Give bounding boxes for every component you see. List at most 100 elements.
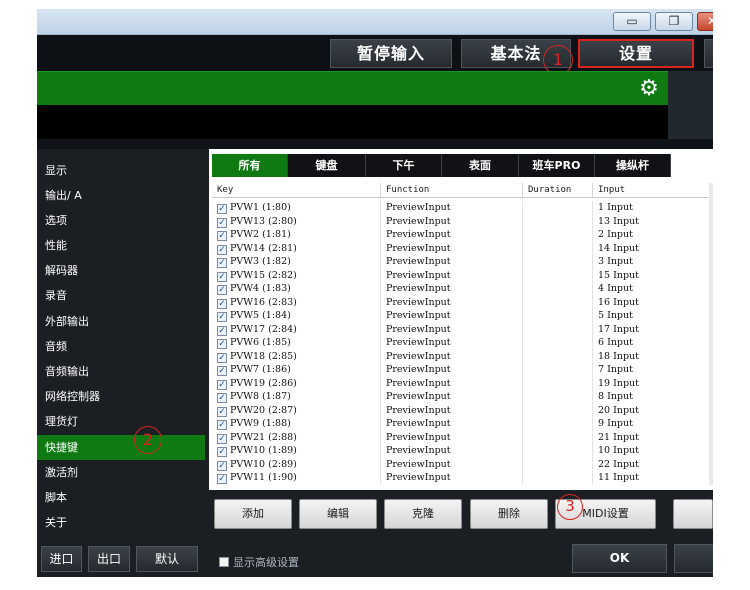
- tab-shuttle-pro[interactable]: 班车PRO: [519, 154, 595, 177]
- show-advanced-toggle[interactable]: 显示高级设置: [219, 556, 299, 570]
- row-duration-cell: [522, 417, 592, 431]
- row-key-cell: ✓ PVW1 (1:80): [212, 201, 380, 215]
- column-header-function[interactable]: Function: [380, 183, 522, 197]
- table-row[interactable]: ✓ PVW8 (1:87) PreviewInput 8 Input: [212, 390, 713, 404]
- sidebar-item-audio-output[interactable]: 音频输出: [37, 359, 205, 384]
- row-enabled-checkbox[interactable]: ✓: [217, 433, 227, 444]
- sidebar-item-shortcuts[interactable]: 快捷键: [37, 435, 205, 460]
- sidebar-item-activators[interactable]: 激活剂: [37, 460, 205, 485]
- ok-button[interactable]: OK: [572, 544, 667, 573]
- cancel-button[interactable]: [674, 544, 713, 573]
- sidebar-item-recording[interactable]: 录音: [37, 283, 205, 308]
- table-row[interactable]: ✓ PVW4 (1:83) PreviewInput 4 Input: [212, 282, 713, 296]
- table-row[interactable]: ✓ PVW21 (2:88) PreviewInput 21 Input: [212, 430, 713, 444]
- table-row[interactable]: ✓ PVW15 (2:82) PreviewInput 15 Input: [212, 268, 713, 282]
- sidebar-item-network-controller[interactable]: 网络控制器: [37, 384, 205, 409]
- sidebar-item-options[interactable]: 选项: [37, 208, 205, 233]
- add-button[interactable]: 添加: [214, 499, 292, 529]
- pause-input-button[interactable]: 暂停输入: [330, 39, 452, 68]
- table-row[interactable]: ✓ PVW13 (2:80) PreviewInput 13 Input: [212, 214, 713, 228]
- settings-button[interactable]: 设置: [578, 39, 694, 68]
- table-row[interactable]: ✓ PVW1 (1:80) PreviewInput 1 Input: [212, 201, 713, 215]
- export-button[interactable]: 出口: [88, 546, 130, 572]
- gear-icon[interactable]: ⚙: [637, 77, 661, 101]
- maximize-button[interactable]: ❐: [655, 12, 693, 31]
- tab-afternoon[interactable]: 下午: [366, 154, 442, 177]
- row-enabled-checkbox[interactable]: ✓: [217, 366, 227, 376]
- row-enabled-checkbox[interactable]: ✓: [217, 447, 227, 457]
- table-row[interactable]: ✓ PVW10 (1:89) PreviewInput 10 Input: [212, 444, 713, 458]
- row-enabled-checkbox[interactable]: ✓: [217, 460, 227, 471]
- row-enabled-checkbox[interactable]: ✓: [217, 217, 227, 228]
- row-enabled-checkbox[interactable]: ✓: [217, 244, 227, 255]
- row-function-cell: PreviewInput: [380, 336, 522, 350]
- default-button[interactable]: 默认: [136, 546, 198, 572]
- row-function-cell: PreviewInput: [380, 241, 522, 255]
- row-enabled-checkbox[interactable]: ✓: [217, 285, 227, 295]
- sidebar-item-about[interactable]: 关于: [37, 510, 205, 535]
- row-enabled-checkbox[interactable]: ✓: [217, 325, 227, 336]
- table-row[interactable]: ✓ PVW5 (1:84) PreviewInput 5 Input: [212, 309, 713, 323]
- tab-all[interactable]: 所有: [212, 154, 288, 177]
- row-enabled-checkbox[interactable]: ✓: [217, 393, 227, 403]
- table-row[interactable]: ✓ PVW14 (2:81) PreviewInput 14 Input: [212, 241, 713, 255]
- table-row[interactable]: ✓PVW23 (2:90)PreviewInput 23 Input: [212, 484, 713, 485]
- table-row[interactable]: ✓ PVW10 (2:89) PreviewInput 22 Input: [212, 457, 713, 471]
- column-header-duration[interactable]: Duration: [522, 183, 592, 197]
- delete-button[interactable]: 删除: [470, 499, 548, 529]
- table-row[interactable]: ✓ PVW7 (1:86) PreviewInput 7 Input: [212, 363, 713, 377]
- table-row[interactable]: ✓ PVW6 (1:85) PreviewInput 6 Input: [212, 336, 713, 350]
- table-row[interactable]: ✓ PVW2 (1:81) PreviewInput 2 Input: [212, 228, 713, 242]
- row-enabled-checkbox[interactable]: ✓: [217, 312, 227, 322]
- more-button[interactable]: [673, 499, 713, 529]
- sidebar-item-audio[interactable]: 音频: [37, 334, 205, 359]
- top-toolbar: 暂停输入 基本法 设置: [37, 35, 713, 71]
- table-row[interactable]: ✓ PVW11 (1:90) PreviewInput 11 Input: [212, 471, 713, 485]
- row-enabled-checkbox[interactable]: ✓: [217, 352, 227, 363]
- row-enabled-checkbox[interactable]: ✓: [217, 339, 227, 349]
- row-enabled-checkbox[interactable]: ✓: [217, 231, 227, 241]
- row-duration-cell: [522, 390, 592, 404]
- row-input-cell: 7 Input: [592, 363, 713, 377]
- table-row[interactable]: ✓ PVW20 (2:87) PreviewInput 20 Input: [212, 403, 713, 417]
- row-function-cell: PreviewInput: [380, 309, 522, 323]
- table-row[interactable]: ✓ PVW3 (1:82) PreviewInput 3 Input: [212, 255, 713, 269]
- edit-button[interactable]: 编辑: [299, 499, 377, 529]
- row-enabled-checkbox[interactable]: ✓: [217, 204, 227, 214]
- row-enabled-checkbox[interactable]: ✓: [217, 271, 227, 282]
- table-row[interactable]: ✓ PVW9 (1:88) PreviewInput 9 Input: [212, 417, 713, 431]
- sidebar-item-decoder[interactable]: 解码器: [37, 258, 205, 283]
- row-enabled-checkbox[interactable]: ✓: [217, 406, 227, 417]
- tab-joystick[interactable]: 操纵杆: [595, 154, 671, 177]
- sidebar-item-performance[interactable]: 性能: [37, 233, 205, 258]
- table-row[interactable]: ✓ PVW18 (2:85) PreviewInput 18 Input: [212, 349, 713, 364]
- sidebar-item-external-output[interactable]: 外部输出: [37, 309, 205, 334]
- row-key-cell: ✓ PVW18 (2:85): [212, 350, 380, 364]
- row-duration-cell: [522, 295, 592, 309]
- list-scrollbar[interactable]: [709, 183, 713, 485]
- row-key-label: PVW21 (2:88): [230, 431, 297, 443]
- sidebar-item-output[interactable]: 输出/ A: [37, 183, 205, 208]
- sidebar-item-tally-light[interactable]: 理货灯: [37, 409, 205, 434]
- table-row[interactable]: ✓ PVW19 (2:86) PreviewInput 19 Input: [212, 376, 713, 390]
- close-button[interactable]: ✕: [697, 12, 713, 31]
- column-header-input[interactable]: Input: [592, 183, 713, 197]
- table-row[interactable]: ✓ PVW17 (2:84) PreviewInput 17 Input: [212, 322, 713, 336]
- toolbar-overflow-button[interactable]: [704, 39, 713, 68]
- table-row[interactable]: ✓ PVW16 (2:83) PreviewInput 16 Input: [212, 295, 713, 309]
- sidebar-item-scripts[interactable]: 脚本: [37, 485, 205, 510]
- minimize-button[interactable]: ▭: [613, 12, 651, 31]
- tab-surface[interactable]: 表面: [442, 154, 519, 177]
- show-advanced-checkbox[interactable]: [219, 557, 229, 567]
- row-enabled-checkbox[interactable]: ✓: [217, 379, 227, 390]
- row-enabled-checkbox[interactable]: ✓: [217, 420, 227, 430]
- row-enabled-checkbox[interactable]: ✓: [217, 474, 227, 484]
- row-function-cell: PreviewInput: [380, 228, 522, 242]
- tab-keyboard[interactable]: 键盘: [288, 154, 366, 177]
- row-enabled-checkbox[interactable]: ✓: [217, 298, 227, 309]
- clone-button[interactable]: 克隆: [384, 499, 462, 529]
- import-button[interactable]: 进口: [41, 546, 82, 572]
- row-enabled-checkbox[interactable]: ✓: [217, 258, 227, 268]
- column-header-key[interactable]: Key: [212, 183, 380, 197]
- sidebar-item-display[interactable]: 显示: [37, 158, 205, 183]
